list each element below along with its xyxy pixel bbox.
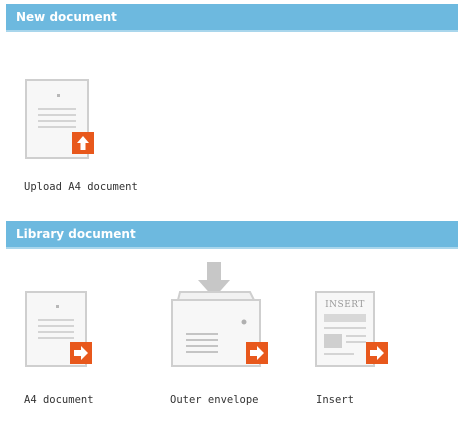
section-header-library-document: Library document	[6, 221, 458, 247]
section-divider	[6, 30, 458, 32]
svg-text:INSERT: INSERT	[325, 300, 365, 310]
section-header-new-document: New document	[6, 4, 458, 30]
envelope-arrow-icon	[170, 262, 268, 367]
a4-document-tile[interactable]: A4 document	[24, 290, 144, 410]
a4-page-arrow-icon	[25, 291, 92, 367]
upload-a4-document-tile[interactable]: Upload A4 document	[24, 78, 174, 198]
outer-envelope-tile[interactable]: Outer envelope	[158, 262, 288, 410]
upload-a4-document-label: Upload A4 document	[24, 181, 138, 193]
insert-label: Insert	[316, 394, 354, 406]
section-divider	[6, 247, 458, 249]
a4-document-label: A4 document	[24, 394, 94, 406]
a4-page-upload-icon	[25, 79, 94, 159]
insert-arrow-icon: INSERT	[315, 291, 388, 367]
document-picker: New document Upload A4 document Library …	[0, 0, 458, 426]
outer-envelope-label: Outer envelope	[170, 394, 259, 406]
insert-tile[interactable]: INSERT Insert	[314, 290, 424, 410]
